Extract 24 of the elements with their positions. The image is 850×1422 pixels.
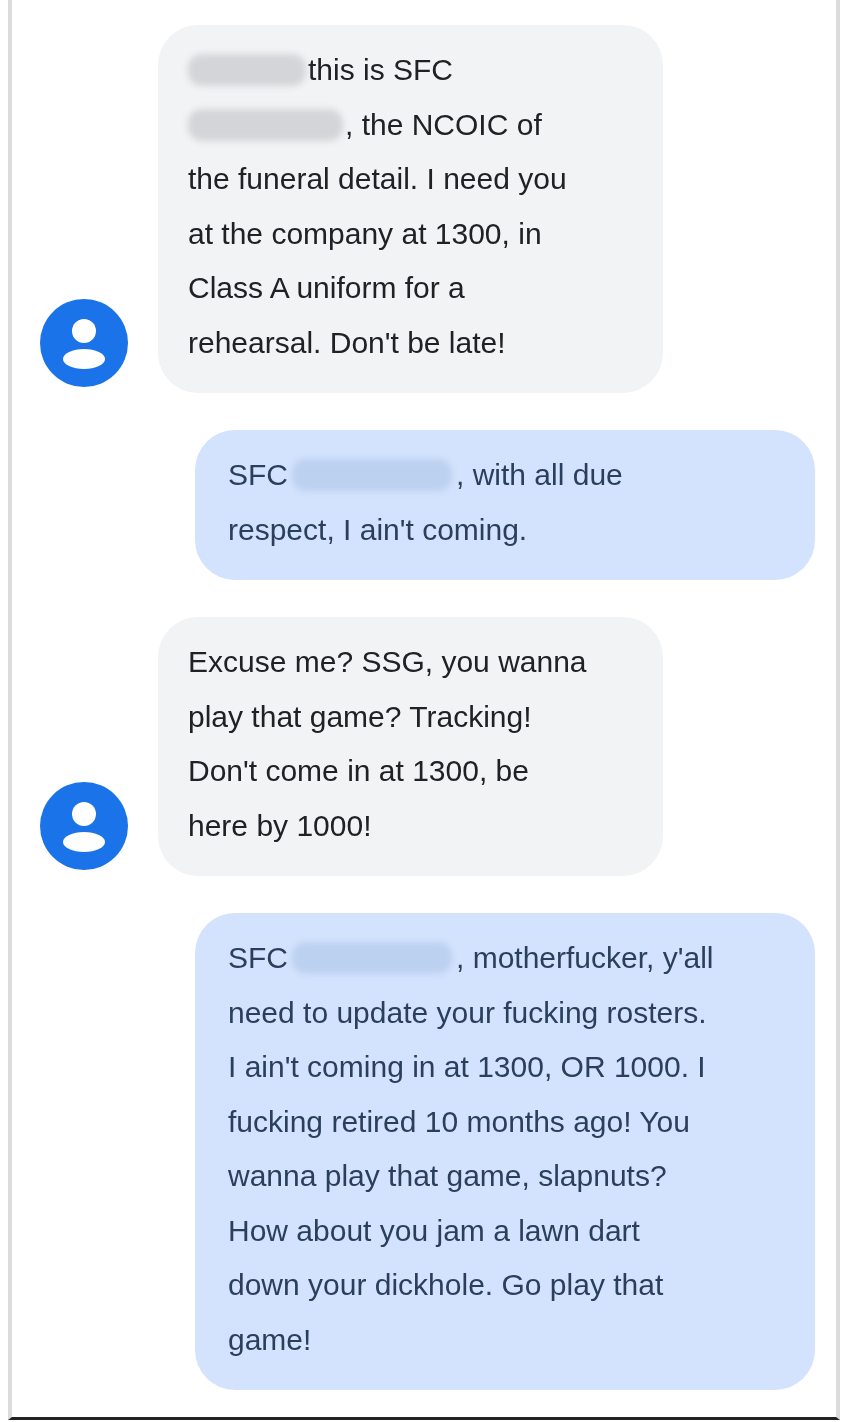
- message-text: this is SFC: [308, 53, 454, 88]
- message-text: Don't come in at 1300, be: [188, 754, 529, 789]
- message-text: need to update your fucking rosters.: [228, 995, 707, 1030]
- message-text: I ain't coming in at 1300, OR 1000. I: [228, 1050, 706, 1085]
- message-text: rehearsal. Don't be late!: [188, 325, 506, 360]
- message-text: fucking retired 10 months ago! You: [228, 1104, 690, 1139]
- person-avatar-icon: [40, 299, 128, 387]
- message-text: at the company at 1300, in: [188, 216, 542, 251]
- message-text: SFC: [228, 458, 288, 493]
- message-text: play that game? Tracking!: [188, 699, 532, 734]
- message-text: wanna play that game, slapnuts?: [228, 1159, 667, 1194]
- message-text: the funeral detail. I need you: [188, 162, 567, 197]
- message-text: Class A uniform for a: [188, 271, 465, 306]
- message-text: here by 1000!: [188, 808, 372, 843]
- message-text: SFC: [228, 941, 288, 976]
- message-text: , with all due: [456, 458, 623, 493]
- message-text: , motherfucker, y'all: [456, 941, 714, 976]
- message-text: down your dickhole. Go play that: [228, 1268, 664, 1303]
- message-text: How about you jam a lawn dart: [228, 1213, 640, 1248]
- person-avatar-icon: [40, 782, 128, 870]
- message-text: respect, I ain't coming.: [228, 512, 528, 547]
- message-text: game!: [228, 1322, 312, 1357]
- message-text: , the NCOIC of: [345, 107, 542, 142]
- message-text: Excuse me? SSG, you wanna: [188, 645, 587, 680]
